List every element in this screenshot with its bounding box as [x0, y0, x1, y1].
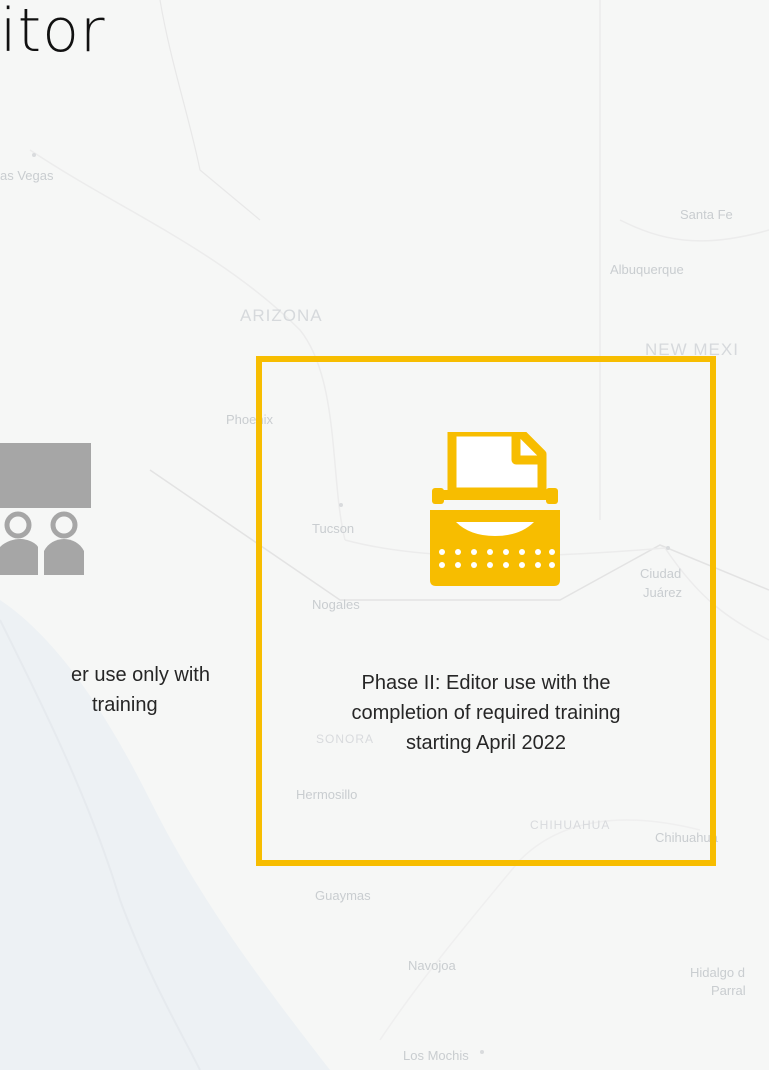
phase2-card: Phase II: Editor use with the completion…: [256, 356, 716, 866]
map-label-albuquerque: Albuquerque: [610, 262, 684, 277]
map-dot: [480, 1050, 484, 1054]
map-dot: [32, 153, 36, 157]
phase1-line-2: training: [92, 694, 158, 716]
map-label-los-mochis: Los Mochis: [403, 1048, 469, 1063]
map-label-guaymas: Guaymas: [315, 888, 371, 903]
phase1-description: er use only with training: [0, 660, 210, 720]
map-label-parral: Parral: [711, 983, 746, 998]
phase2-line-3: starting April 2022: [405, 732, 567, 754]
map-label-santa-fe: Santa Fe: [680, 207, 733, 222]
map-label-hidalgo: Hidalgo d: [690, 965, 745, 980]
typewriter-icon: [430, 432, 560, 586]
map-label-arizona: ARIZONA: [240, 306, 323, 325]
phase2-line-1: Phase II: Editor use with the: [361, 672, 611, 694]
road-3: [619, 219, 769, 242]
phase1-line-1: er use only with: [71, 664, 210, 686]
map-label-las-vegas: as Vegas: [0, 168, 54, 183]
map-label-navojoa: Navojoa: [408, 958, 456, 973]
state-border-nv-az: [159, 0, 261, 221]
phase2-description: Phase II: Editor use with the completion…: [262, 668, 710, 758]
users-group-icon: [0, 443, 91, 575]
page-title: itor: [0, 0, 106, 66]
phase2-line-2: completion of required training: [351, 702, 621, 724]
